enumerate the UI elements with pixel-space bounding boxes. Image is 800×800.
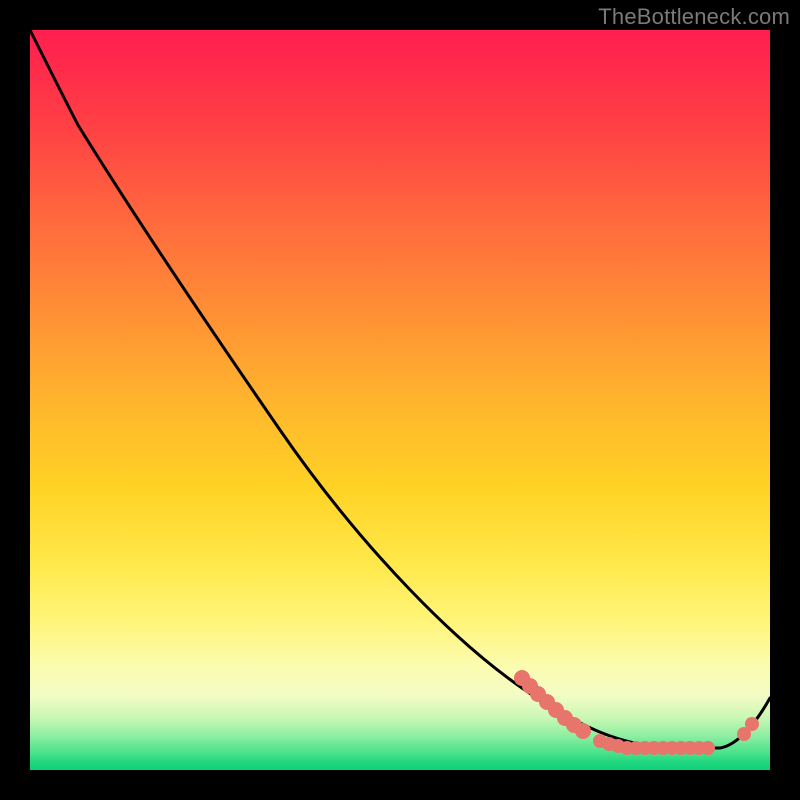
bottleneck-curve [30, 30, 770, 748]
curve-layer [30, 30, 770, 770]
data-dots [514, 670, 759, 755]
attribution-text: TheBottleneck.com [598, 4, 790, 30]
chart-container: TheBottleneck.com [0, 0, 800, 800]
plot-area [30, 30, 770, 770]
